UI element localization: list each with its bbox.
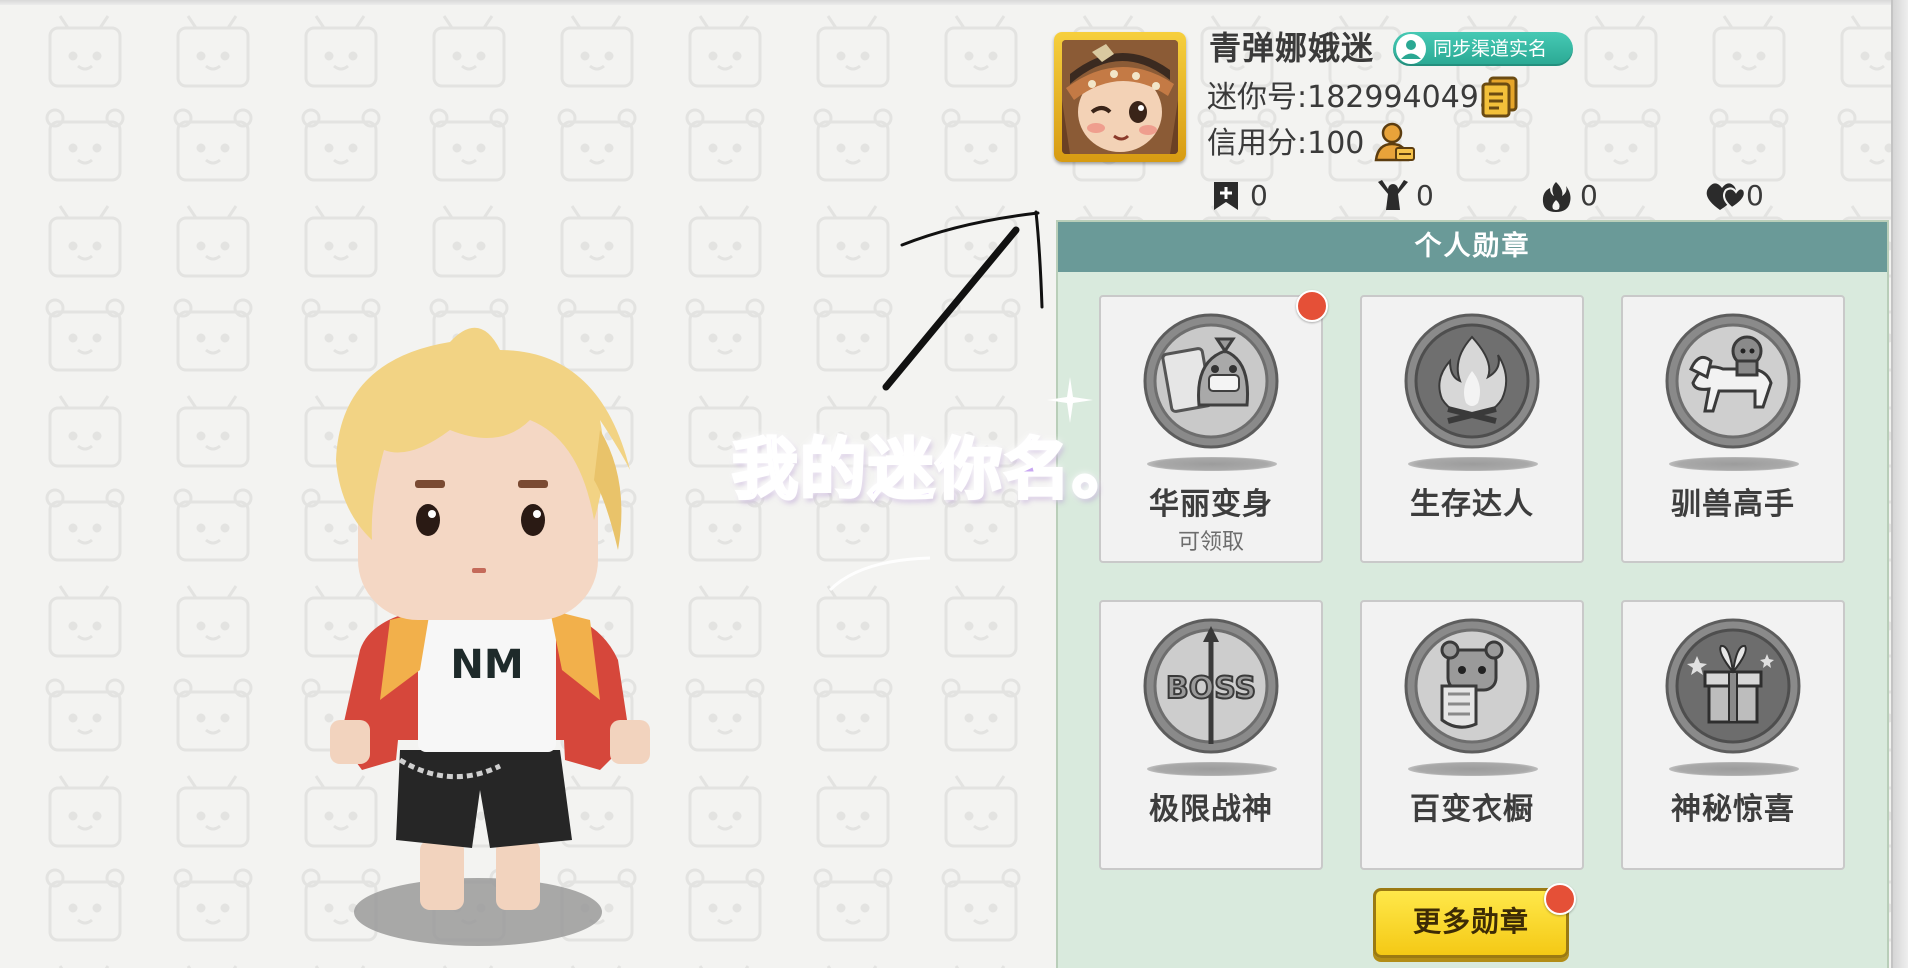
notification-dot: [1296, 290, 1328, 322]
swoosh-decoration: [828, 556, 931, 592]
medal-shadow: [1147, 762, 1277, 776]
realname-badge-label: 同步渠道实名: [1433, 38, 1548, 60]
medal-name: 百变衣橱: [1410, 792, 1534, 827]
add-bookmark-icon: [1214, 182, 1238, 210]
stat-cheers-value: 0: [1416, 179, 1434, 212]
svg-text:BOSS: BOSS: [1166, 671, 1256, 706]
user-verify-icon: [1396, 34, 1426, 64]
medal-card-extreme-warrior[interactable]: BOSS 极限战神: [1099, 600, 1323, 870]
more-medals-button[interactable]: 更多勋章: [1373, 888, 1569, 958]
transform-medal-icon: [1143, 313, 1279, 449]
stat-cheers[interactable]: 0: [1376, 176, 1466, 216]
medal-claimable-text: 可领取: [1177, 530, 1244, 555]
wardrobe-medal-icon: [1404, 618, 1540, 754]
medal-card-transform[interactable]: 华丽变身 可领取: [1099, 295, 1323, 563]
notification-dot: [1544, 883, 1576, 915]
realname-sync-badge[interactable]: 同步渠道实名: [1393, 32, 1573, 66]
medal-card-mystery-surprise[interactable]: 神秘惊喜: [1621, 600, 1845, 870]
medal-shadow: [1408, 457, 1538, 471]
medal-panel-title: 个人勋章: [1058, 222, 1887, 272]
hearts-icon: [1706, 183, 1746, 210]
svg-text:NM: NM: [450, 642, 523, 688]
campfire-medal-icon: [1404, 313, 1540, 449]
top-border: [0, 0, 1908, 5]
medal-shadow: [1408, 762, 1538, 776]
medal-shadow: [1669, 457, 1799, 471]
avatar-portrait: [1062, 40, 1178, 154]
credit-user-icon[interactable]: [1372, 120, 1416, 164]
stat-popularity-value: 0: [1580, 179, 1598, 212]
horse-rider-medal-icon: [1665, 313, 1801, 449]
annotation-caption: 我的迷你名。: [731, 430, 1140, 510]
credit-score-text: 信用分:100: [1207, 126, 1365, 161]
gift-medal-icon: [1665, 618, 1801, 754]
medal-card-beast-tamer[interactable]: 驯兽高手: [1621, 295, 1845, 563]
medal-shadow: [1669, 762, 1799, 776]
cheer-icon: [1378, 180, 1408, 210]
mini-id-text: 迷你号:1829940495: [1207, 80, 1498, 115]
boss-medal-icon: BOSS: [1143, 618, 1279, 754]
flame-icon: [1542, 182, 1571, 212]
annotation-arrow: [882, 210, 1044, 391]
profile-avatar[interactable]: [1054, 32, 1186, 162]
stat-likes[interactable]: 0: [1706, 176, 1796, 216]
stat-likes-value: 0: [1746, 179, 1764, 212]
medal-card-survival[interactable]: 生存达人: [1360, 295, 1584, 563]
medal-card-wardrobe[interactable]: 百变衣橱: [1360, 600, 1584, 870]
medal-name: 神秘惊喜: [1671, 792, 1795, 827]
stat-bookmarks[interactable]: 0: [1210, 176, 1300, 216]
right-edge-frame: [1891, 0, 1908, 968]
medal-name: 驯兽高手: [1671, 487, 1795, 522]
stat-popularity[interactable]: 0: [1540, 176, 1630, 216]
player-character[interactable]: NM: [300, 320, 680, 960]
player-nickname: 青弹娜娥迷: [1209, 29, 1375, 67]
sparkle-icon: [1047, 377, 1093, 423]
copy-icon[interactable]: [1480, 76, 1520, 118]
medal-shadow: [1147, 457, 1277, 471]
medal-name: 极限战神: [1149, 792, 1273, 827]
medal-name: 生存达人: [1410, 487, 1534, 522]
stat-bookmarks-value: 0: [1250, 179, 1268, 212]
